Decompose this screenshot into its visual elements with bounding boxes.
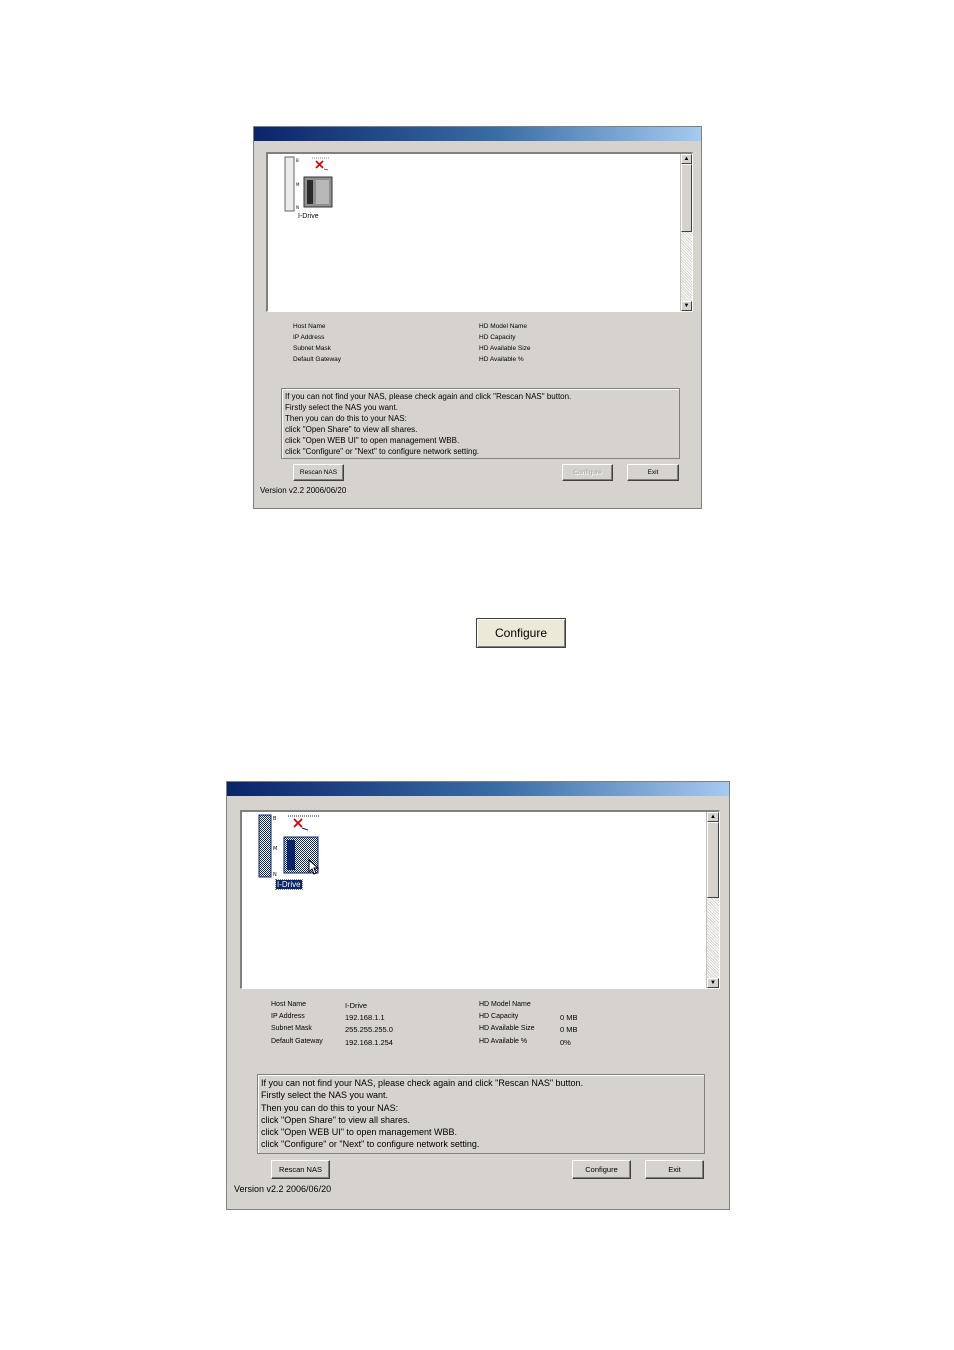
title-bar[interactable] [254,127,701,141]
hd-available-size-value: 0 MB [560,1025,578,1034]
hd-available-pct-label: HD Available % [479,1038,528,1045]
instruction-line: click "Configure" or "Next" to configure… [285,447,480,456]
default-gateway-label: Default Gateway [293,356,342,363]
nas-finder-window-after: B M N I-Drive ▲ ▼ Host Name IP Address S… [226,781,730,1210]
svg-text:M: M [273,846,277,852]
device-label-selected[interactable]: I-Drive [275,879,303,890]
rescan-nas-button[interactable]: Rescan NAS [293,464,344,481]
scroll-up-button[interactable]: ▲ [707,812,719,822]
instruction-line: Then you can do this to your NAS: [285,414,407,423]
scroll-thumb[interactable] [681,164,692,232]
hd-capacity-label: HD Capacity [479,1013,519,1020]
disconnected-x-icon [312,156,330,172]
svg-text:B: B [296,158,299,163]
instruction-line: Firstly select the NAS you want. [285,403,398,412]
title-bar[interactable] [227,782,729,796]
instruction-line: Firstly select the NAS you want. [261,1090,389,1101]
disconnected-x-icon [288,814,320,832]
default-gateway-value: 192.168.1.254 [345,1038,393,1047]
hd-model-name-label: HD Model Name [479,1001,531,1008]
svg-text:B: B [273,816,277,822]
ip-address-label: IP Address [293,334,325,341]
instruction-line: click "Configure" or "Next" to configure… [261,1139,480,1150]
scroll-down-button[interactable]: ▼ [681,301,692,311]
instruction-line: If you can not find your NAS, please che… [261,1078,584,1088]
svg-text:M: M [296,182,300,187]
configure-button[interactable]: Configure [562,464,613,481]
list-scrollbar[interactable]: ▲ ▼ [706,812,719,988]
instruction-line: click "Open WEB UI" to open management W… [285,436,460,445]
version-label: Version v2.2 2006/06/20 [260,486,347,495]
svg-text:N: N [273,872,277,878]
rescan-nas-button[interactable]: Rescan NAS [271,1160,330,1179]
device-label[interactable]: I-Drive [298,213,319,220]
scroll-down-button[interactable]: ▼ [707,978,719,988]
scroll-thumb[interactable] [707,822,719,898]
exit-button[interactable]: Exit [627,464,679,481]
instructions-box: If you can not find your NAS, please che… [281,388,680,459]
hd-available-size-label: HD Available Size [479,1025,535,1032]
default-gateway-label: Default Gateway [271,1038,323,1045]
scroll-up-button[interactable]: ▲ [681,154,692,164]
host-name-label: Host Name [271,1001,307,1008]
mouse-pointer-icon [308,858,320,875]
hd-available-size-label: HD Available Size [479,345,531,352]
configure-button-callout[interactable]: Configure [476,618,566,648]
host-name-value: I-Drive [345,1001,368,1010]
instruction-line: click "Open Share" to view all shares. [285,425,418,434]
subnet-mask-value: 255.255.255.0 [345,1025,393,1034]
instructions-box: If you can not find your NAS, please che… [257,1074,705,1154]
ip-address-value: 192.168.1.1 [345,1013,385,1022]
hd-available-pct-value: 0% [560,1038,571,1047]
nas-list[interactable]: B M N I-Drive ▲ ▼ [266,152,693,312]
instruction-line: click "Open Share" to view all shares. [261,1114,410,1125]
instruction-line: click "Open WEB UI" to open management W… [261,1127,457,1138]
svg-text:N: N [296,205,299,210]
nas-list[interactable]: B M N I-Drive ▲ ▼ [240,810,720,989]
nas-finder-window-before: B M N I-Drive ▲ ▼ Host Name IP Address S… [253,126,702,509]
configure-button[interactable]: Configure [572,1160,631,1179]
host-name-label: Host Name [293,323,326,330]
subnet-mask-label: Subnet Mask [293,345,331,352]
instruction-line: If you can not find your NAS, please che… [285,392,572,401]
version-label: Version v2.2 2006/06/20 [234,1184,332,1194]
subnet-mask-label: Subnet Mask [271,1025,312,1032]
list-scrollbar[interactable]: ▲ ▼ [680,154,692,311]
hd-available-pct-label: HD Available % [479,356,524,363]
hd-capacity-label: HD Capacity [479,334,516,341]
hd-model-name-label: HD Model Name [479,323,528,330]
ip-address-label: IP Address [271,1013,305,1020]
instruction-line: Then you can do this to your NAS: [261,1102,399,1113]
hd-capacity-value: 0 MB [560,1013,578,1022]
exit-button[interactable]: Exit [645,1160,704,1179]
